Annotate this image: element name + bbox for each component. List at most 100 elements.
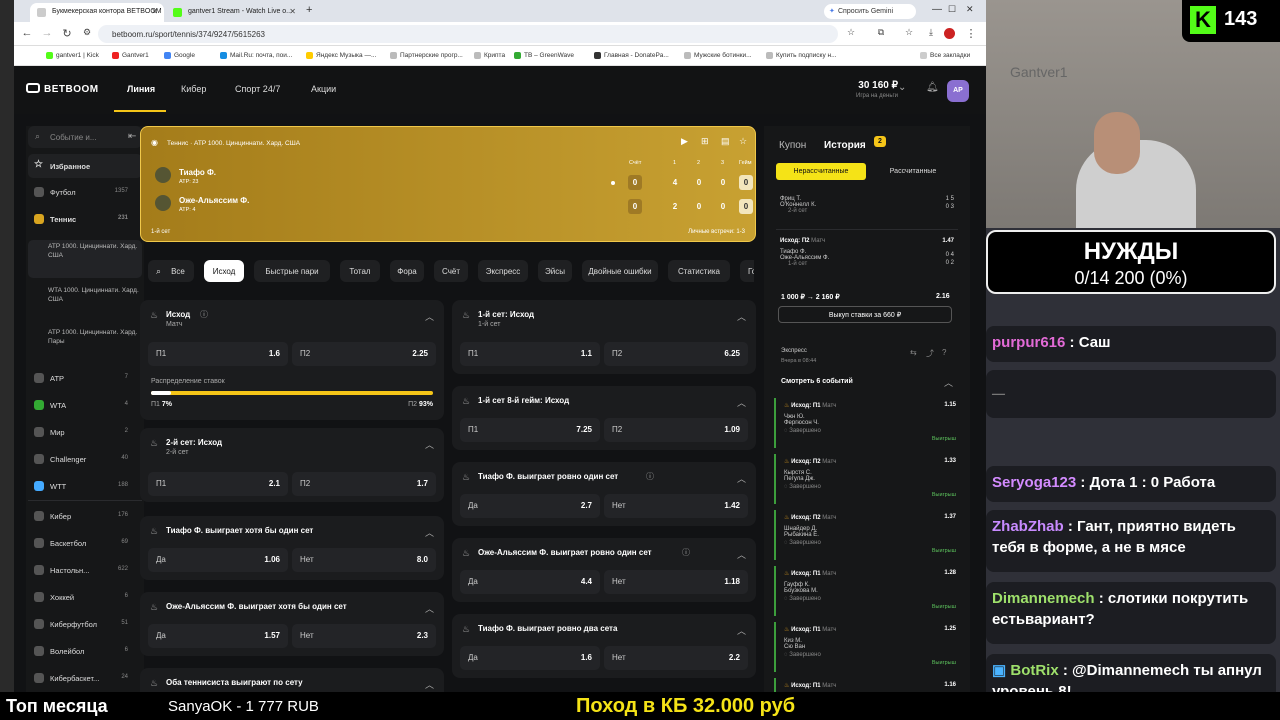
tab-express[interactable]: Экспресс <box>478 260 528 282</box>
sidebar-cat-wtt[interactable]: WTT 188 <box>28 474 142 498</box>
sidebar-sub-wta-cincinnati[interactable]: WTA 1000. Цинциннати. Хард. США <box>28 284 142 318</box>
chevron-up-icon[interactable]: ︿ <box>425 602 434 615</box>
tab-coupon[interactable]: Купон <box>779 140 806 151</box>
info-icon[interactable]: ⓘ <box>682 547 690 558</box>
sidebar-sub-atp-cincinnati[interactable]: ATP 1000. Цинциннати. Хард. США <box>28 240 142 278</box>
forward-icon[interactable]: → <box>40 27 54 39</box>
sidebar-cat-cyberbasketball[interactable]: Кибербаскет... 24 <box>28 666 142 690</box>
sidebar-cat-world[interactable]: Мир 2 <box>28 420 142 444</box>
all-bookmarks[interactable]: Все закладки <box>920 52 970 59</box>
express-leg[interactable]: ♨ Исход: П1 Матч 1.15 Чжн Ю. Фергюсон Ч. ◌ З… <box>774 398 960 448</box>
close-tab-icon[interactable]: ✕ <box>289 7 296 16</box>
bookmark-item[interactable]: gantver1 | Kick <box>46 52 99 59</box>
sidebar-cat-basketball[interactable]: Баскетбол 69 <box>28 531 142 555</box>
express-leg[interactable]: ♨ Исход: П2 Матч 1.33 Кырстя С. Пегула Дж. ◌… <box>774 454 960 504</box>
odd-button[interactable]: Да 2.7 <box>460 494 600 518</box>
odd-button[interactable]: Нет 2.3 <box>292 624 436 648</box>
odd-button[interactable]: Да 4.4 <box>460 570 600 594</box>
tab-statistics[interactable]: Статистика <box>668 260 730 282</box>
odd-button[interactable]: Нет 1.18 <box>604 570 748 594</box>
tab-outcome[interactable]: Исход <box>204 260 244 282</box>
tab-all[interactable]: ⌕ Все <box>148 260 194 282</box>
bookmark-icon[interactable]: ☆ <box>902 27 916 38</box>
sidebar-sub-atp-doubles[interactable]: ATP 1000. Цинциннати. Хард. Пары <box>28 326 142 360</box>
url-input[interactable]: betboom.ru/sport/tennis/374/9247/5615263 <box>98 25 838 43</box>
bookmark-item[interactable]: Gantver1 <box>112 52 149 59</box>
odd-button[interactable]: Нет 1.42 <box>604 494 748 518</box>
info-icon[interactable]: ⓘ <box>200 309 208 320</box>
tab-double-faults[interactable]: Двойные ошибки <box>582 260 658 282</box>
bookmark-item[interactable]: Купить подписку н... <box>766 52 837 59</box>
sidebar-item-football[interactable]: Футбол 1357 <box>28 180 142 204</box>
bookmark-item[interactable]: Mail.Ru: почта, пои... <box>220 52 292 59</box>
balance[interactable]: 30 160 ₽ Игра на деньги <box>834 80 898 99</box>
chevron-up-icon[interactable]: ︿ <box>737 396 746 409</box>
tab-history[interactable]: История <box>824 140 866 151</box>
nav-cyber[interactable]: Кибер <box>181 84 206 94</box>
downloads-icon[interactable]: ⤓ <box>924 27 938 38</box>
profile-avatar[interactable] <box>944 28 955 39</box>
browser-tab-kick[interactable]: gantver1 Stream - Watch Live o... ✕ <box>166 3 302 22</box>
tab-quick-bets[interactable]: Быстрые пари <box>254 260 330 282</box>
user-avatar[interactable]: АР <box>947 80 969 102</box>
nav-sport-247[interactable]: Спорт 24/7 <box>235 84 280 94</box>
sidebar-cat-table-tennis[interactable]: Настольн... 622 <box>28 558 142 582</box>
odd-button[interactable]: П1 7.25 <box>460 418 600 442</box>
bet-single[interactable]: Исход: П2 Матч 1.47 Тиафо Ф. Оже-Альяссим… <box>780 238 954 280</box>
site-info-icon[interactable]: ⚙ <box>80 27 94 38</box>
head-to-head[interactable]: Личные встречи: 1-3 <box>688 229 745 235</box>
chevron-up-icon[interactable]: ︿ <box>425 526 434 539</box>
odd-button[interactable]: П2 6.25 <box>604 342 748 366</box>
repeat-icon[interactable]: ⇆ <box>910 348 917 357</box>
info-icon[interactable]: ⓘ <box>646 471 654 482</box>
odd-button[interactable]: П1 2.1 <box>148 472 288 496</box>
sidebar-cat-atp[interactable]: ATP 7 <box>28 366 142 390</box>
sidebar-cat-volleyball[interactable]: Волейбол 6 <box>28 639 142 663</box>
sidebar-cat-cyber[interactable]: Кибер 176 <box>28 504 142 528</box>
bookmark-item[interactable]: Мужские ботинки... <box>684 52 752 59</box>
odd-button[interactable]: Нет 2.2 <box>604 646 748 670</box>
odd-button[interactable]: П1 1.6 <box>148 342 288 366</box>
close-tab-icon[interactable]: ✕ <box>151 7 158 16</box>
collapse-sidebar-icon[interactable]: ⇤ <box>128 131 136 142</box>
back-icon[interactable]: ← <box>20 27 34 39</box>
browser-menu-icon[interactable]: ⋮ <box>964 27 978 40</box>
chevron-up-icon[interactable]: ︿ <box>944 376 953 389</box>
express-leg[interactable]: ♨ Исход: П2 Матч 1.37 Шнайдер Д. Рыбакина Е… <box>774 510 960 560</box>
sidebar-cat-cyberfootball[interactable]: Киберфутбол 51 <box>28 612 142 636</box>
breadcrumb[interactable]: Теннис · ATP 1000. Цинциннати. Хард. США <box>167 140 300 147</box>
bookmark-star-icon[interactable]: ☆ <box>844 27 858 38</box>
odd-button[interactable]: Да 1.06 <box>148 548 288 572</box>
video-icon[interactable]: ▶ <box>681 136 688 147</box>
cashout-button[interactable]: Выкуп ставки за 660 ₽ <box>778 306 952 323</box>
sidebar-cat-challenger[interactable]: Challenger 40 <box>28 447 142 471</box>
court-icon[interactable]: ⊞ <box>701 136 709 147</box>
tab-total[interactable]: Тотал <box>340 260 380 282</box>
sidebar-item-favorites[interactable]: ☆ Избранное <box>28 154 142 178</box>
sidebar-cat-wta[interactable]: WTA 4 <box>28 393 142 417</box>
tab-handicap[interactable]: Фора <box>390 260 424 282</box>
odd-button[interactable]: Нет 8.0 <box>292 548 436 572</box>
extensions-icon[interactable]: ⧉ <box>874 27 888 38</box>
odd-button[interactable]: П2 2.25 <box>292 342 436 366</box>
bookmark-item[interactable]: Партнерские прогр... <box>390 52 463 59</box>
chevron-up-icon[interactable]: ︿ <box>737 472 746 485</box>
reload-icon[interactable]: ↻ <box>60 27 74 40</box>
browser-tab-betboom[interactable]: Букмекерская контора BETBOOM ✕ <box>30 3 164 22</box>
chevron-up-icon[interactable]: ︿ <box>425 310 434 323</box>
chevron-up-icon[interactable]: ︿ <box>425 678 434 691</box>
help-icon[interactable]: ? <box>942 348 946 357</box>
chevron-up-icon[interactable]: ︿ <box>425 438 434 451</box>
chevron-up-icon[interactable]: ︿ <box>737 310 746 323</box>
share-icon[interactable]: ⤴ <box>926 348 934 359</box>
bookmark-item[interactable]: ТВ – GreenWave <box>514 52 574 59</box>
new-tab-button[interactable]: + <box>306 4 312 16</box>
watch-events[interactable]: Смотреть 6 событий <box>781 378 853 385</box>
express-leg[interactable]: ♨ Исход: П1 Матч 1.25 Киз М. Сю Ван ◌ Заверш… <box>774 622 960 672</box>
tab-aces[interactable]: Эйсы <box>538 260 572 282</box>
nav-line[interactable]: Линия <box>127 84 155 94</box>
chevron-down-icon[interactable]: ⌄ <box>898 82 906 93</box>
gemini-button[interactable]: ✦ Спросить Gemini <box>824 4 916 19</box>
bookmark-item[interactable]: Яндекс Музыка —... <box>306 52 376 59</box>
express-leg[interactable]: ♨ Исход: П1 Матч1.16◌ <box>774 678 960 692</box>
